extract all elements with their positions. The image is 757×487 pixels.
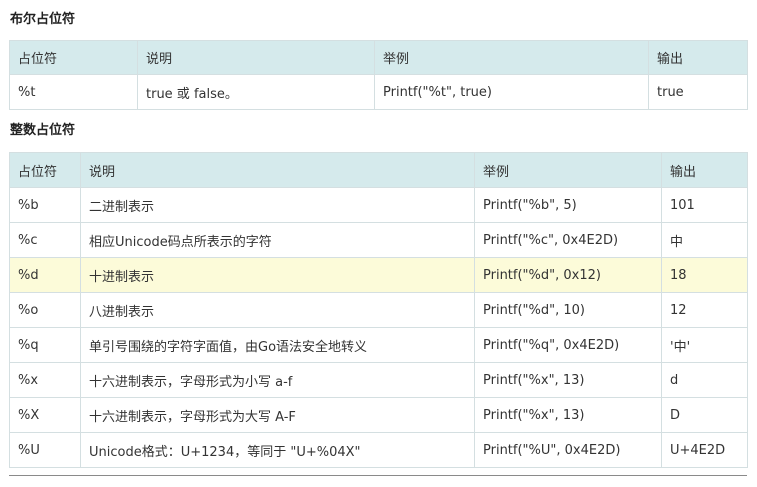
header-output: 输出 (648, 40, 748, 75)
table-row: %X 十六进制表示，字母形式为大写 A-F Printf("%x", 13) D (9, 397, 748, 433)
table-row: %U Unicode格式：U+1234，等同于 "U+%04X" Printf("%… (9, 432, 748, 468)
header-output: 输出 (661, 152, 748, 188)
cell-placeholder: %t (9, 74, 138, 110)
cell-example: Printf("%d", 0x12) (474, 257, 662, 293)
int-section-title: 整数占位符 (10, 123, 76, 138)
cell-placeholder: %X (9, 397, 81, 433)
cell-placeholder: %d (9, 257, 81, 293)
table-row: %d 十进制表示 Printf("%d", 0x12) 18 (9, 257, 748, 293)
cell-description: 二进制表示 (80, 187, 475, 223)
cell-placeholder: %x (9, 362, 81, 398)
table-row: %o 八进制表示 Printf("%d", 10) 12 (9, 292, 748, 328)
cell-description: 十六进制表示，字母形式为小写 a-f (80, 362, 475, 398)
int-placeholder-table: 占位符 说明 举例 输出 %b 二进制表示 Printf("%b", 5) 101 %c… (9, 152, 748, 468)
cell-example: Printf("%x", 13) (474, 362, 662, 398)
table-row: %x 十六进制表示，字母形式为小写 a-f Printf("%x", 13) d (9, 362, 748, 398)
cell-output: d (661, 362, 748, 398)
cell-placeholder: %q (9, 327, 81, 363)
cell-output: D (661, 397, 748, 433)
cell-output: 18 (661, 257, 748, 293)
cell-description: 相应Unicode码点所表示的字符 (80, 222, 475, 258)
cell-example: Printf("%b", 5) (474, 187, 662, 223)
header-placeholder: 占位符 (9, 152, 81, 188)
cell-description: 单引号围绕的字符字面值，由Go语法安全地转义 (80, 327, 475, 363)
cell-placeholder: %c (9, 222, 81, 258)
cell-description: 八进制表示 (80, 292, 475, 328)
table-row: %q 单引号围绕的字符字面值，由Go语法安全地转义 Printf("%q", 0x4… (9, 327, 748, 363)
cell-output: U+4E2D (661, 432, 748, 468)
cell-placeholder: %o (9, 292, 81, 328)
cell-description: true 或 false。 (137, 74, 375, 110)
table-row: %c 相应Unicode码点所表示的字符 Printf("%c", 0x4E2D) 中 (9, 222, 748, 258)
cell-example: Printf("%d", 10) (474, 292, 662, 328)
header-description: 说明 (137, 40, 375, 75)
cell-description: 十六进制表示，字母形式为大写 A-F (80, 397, 475, 433)
header-description: 说明 (80, 152, 475, 188)
table-row: %b 二进制表示 Printf("%b", 5) 101 (9, 187, 748, 223)
cell-example: Printf("%U", 0x4E2D) (474, 432, 662, 468)
bool-section-title: 布尔占位符 (10, 12, 76, 27)
table-row: %t true 或 false。 Printf("%t", true) true (9, 74, 748, 110)
table-header-row: 占位符 说明 举例 输出 (9, 152, 748, 188)
header-example: 举例 (374, 40, 649, 75)
cell-description: 十进制表示 (80, 257, 475, 293)
cell-output: 101 (661, 187, 748, 223)
cell-example: Printf("%x", 13) (474, 397, 662, 433)
cell-example: Printf("%t", true) (374, 74, 649, 110)
header-example: 举例 (474, 152, 662, 188)
cell-placeholder: %U (9, 432, 81, 468)
header-placeholder: 占位符 (9, 40, 138, 75)
cell-example: Printf("%q", 0x4E2D) (474, 327, 662, 363)
cell-example: Printf("%c", 0x4E2D) (474, 222, 662, 258)
table-header-row: 占位符 说明 举例 输出 (9, 40, 748, 75)
cell-description: Unicode格式：U+1234，等同于 "U+%04X" (80, 432, 475, 468)
cell-output: '中' (661, 327, 748, 363)
cell-output: 中 (661, 222, 748, 258)
bottom-divider (9, 475, 747, 476)
bool-placeholder-table: 占位符 说明 举例 输出 %t true 或 false。 Printf("%t… (9, 40, 748, 110)
cell-output: true (648, 74, 748, 110)
cell-output: 12 (661, 292, 748, 328)
cell-placeholder: %b (9, 187, 81, 223)
